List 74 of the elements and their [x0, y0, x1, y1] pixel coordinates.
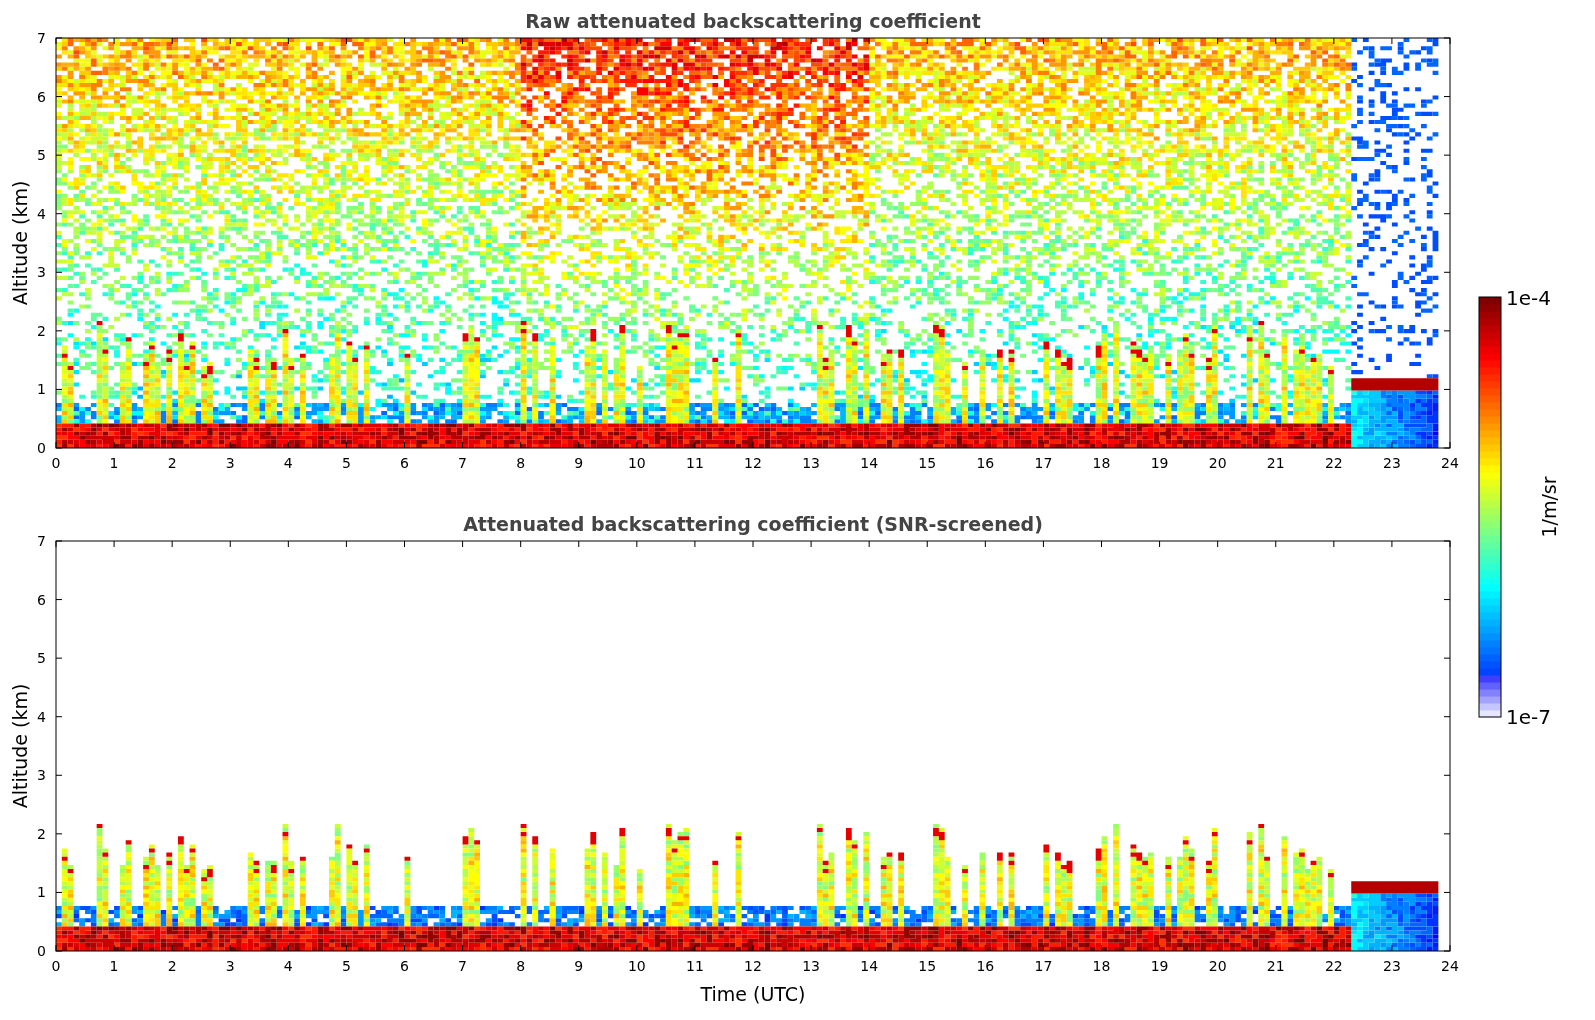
tick-label: 1	[109, 958, 119, 974]
tick-label: 1	[37, 381, 46, 398]
tick-label: 14	[860, 958, 879, 974]
tick-label: 19	[1150, 958, 1169, 974]
tick-label: 14	[860, 455, 879, 470]
tick-label: 7	[458, 958, 468, 974]
tick-label: 17	[1034, 455, 1053, 470]
tick-label: 7	[37, 30, 46, 46]
tick-label: 13	[802, 455, 820, 470]
tick-label: 3	[37, 264, 46, 281]
tick-label: 5	[37, 650, 46, 667]
tick-label: 4	[283, 958, 293, 974]
colorbar-max-label: 1e-4	[1506, 286, 1551, 310]
tick-label: 7	[458, 455, 468, 470]
tick-label: 5	[341, 455, 351, 470]
tick-label: 11	[686, 958, 704, 974]
tick-label: 7	[37, 533, 46, 549]
tick-label: 10	[627, 958, 646, 974]
tick-label: 16	[976, 958, 995, 974]
tick-label: 0	[37, 440, 46, 456]
axis-label: Altitude (km)	[9, 683, 31, 809]
tick-label: 22	[1324, 958, 1343, 974]
tick-label: 1	[109, 455, 119, 470]
tick-label: 6	[37, 591, 46, 608]
tick-label: 10	[627, 455, 646, 470]
tick-label: 0	[37, 943, 46, 959]
tick-label: 12	[744, 455, 762, 470]
tick-label: 15	[918, 958, 937, 974]
tick-label: 3	[225, 958, 235, 974]
tick-label: 23	[1383, 455, 1401, 470]
tick-label: 17	[1034, 958, 1053, 974]
chart-title: Raw attenuated backscattering coefficient	[525, 10, 981, 32]
tick-label: 22	[1324, 455, 1343, 470]
tick-label: 2	[167, 958, 177, 974]
tick-label: 18	[1092, 958, 1111, 974]
colorbar-min-label: 1e-7	[1506, 705, 1551, 729]
tick-label: 0	[51, 455, 61, 470]
tick-label: 12	[744, 958, 762, 974]
tick-label: 5	[37, 147, 46, 164]
tick-label: 24	[1441, 455, 1459, 470]
tick-label: 4	[283, 455, 293, 470]
tick-label: 3	[37, 767, 46, 784]
tick-label: 21	[1266, 455, 1285, 470]
tick-label: 20	[1208, 958, 1227, 974]
tick-label: 16	[976, 455, 995, 470]
tick-label: 11	[686, 455, 704, 470]
tick-label: 1	[37, 884, 46, 901]
tick-label: 21	[1266, 958, 1285, 974]
tick-label: 4	[37, 708, 46, 725]
axis-label: Altitude (km)	[9, 180, 31, 306]
colorbar-label: 1/m/sr	[1538, 476, 1560, 538]
tick-label: 8	[516, 455, 526, 470]
tick-label: 8	[516, 958, 526, 974]
chart-title: Attenuated backscattering coefficient (SNR-screened)	[463, 513, 1043, 535]
tick-label: 9	[574, 958, 584, 974]
tick-label: 2	[37, 825, 46, 842]
tick-label: 3	[225, 455, 235, 470]
tick-label: 23	[1383, 958, 1401, 974]
tick-label: 2	[37, 322, 46, 339]
tick-label: 6	[400, 958, 409, 974]
tick-label: 19	[1150, 455, 1169, 470]
tick-label: 6	[37, 88, 46, 105]
tick-label: 15	[918, 455, 937, 470]
tick-label: 24	[1441, 958, 1459, 974]
tick-label: 4	[37, 205, 46, 222]
tick-label: 2	[167, 455, 177, 470]
tick-label: 6	[400, 455, 409, 470]
tick-label: 18	[1092, 455, 1111, 470]
tick-label: 0	[51, 958, 61, 974]
tick-label: 20	[1208, 455, 1227, 470]
tick-label: 13	[802, 958, 820, 974]
tick-label: 5	[341, 958, 351, 974]
axis-label: Time (UTC)	[700, 983, 806, 1005]
tick-label: 9	[574, 455, 584, 470]
